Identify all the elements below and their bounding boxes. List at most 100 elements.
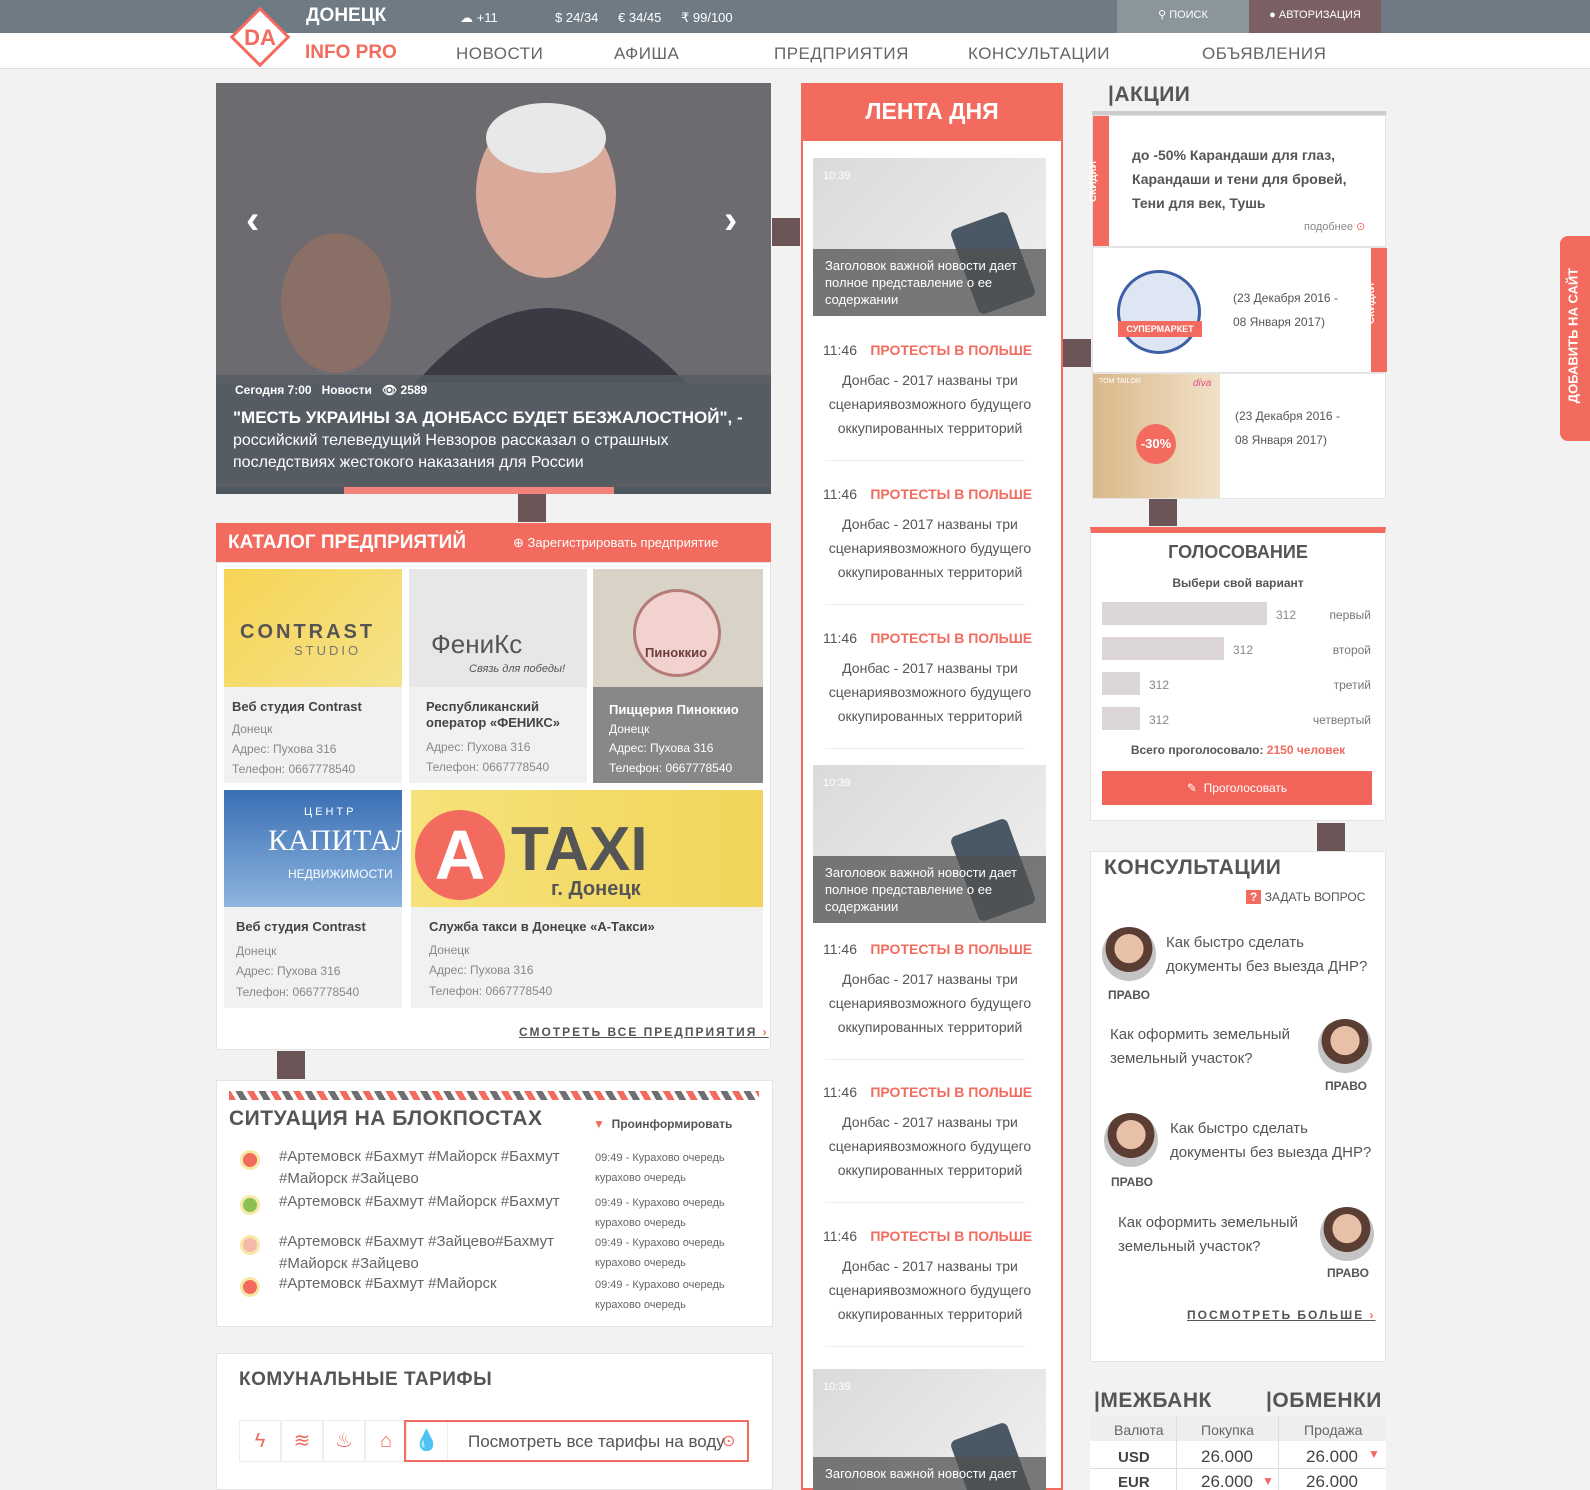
consult-question[interactable]: Как оформить земельный земельный участок… bbox=[1110, 1023, 1320, 1071]
consultant-avatar[interactable] bbox=[1320, 1207, 1374, 1261]
feed-tag[interactable]: ПРОТЕСТЫ В ПОЛЬШЕ bbox=[870, 1228, 1032, 1244]
vote-bar[interactable] bbox=[1102, 672, 1140, 695]
promo-card[interactable]: TOM TAILOR diva -30% (23 Декабря 2016 - … bbox=[1092, 373, 1386, 499]
company-name[interactable]: Служба такси в Донецке «А-Такси» bbox=[429, 919, 655, 934]
electricity-icon[interactable]: ϟ bbox=[239, 1420, 281, 1462]
checkpoint-tags[interactable]: #Артемовск #Бахмут #Зайцево#Бахмут #Майо… bbox=[279, 1231, 579, 1275]
search-button[interactable]: ⚲ ПОИСК bbox=[1117, 0, 1249, 33]
company-name[interactable]: Республиканский оператор «ФЕНИКС» bbox=[426, 699, 576, 731]
company-name[interactable]: Веб студия Contrast bbox=[232, 699, 362, 714]
catalog-title: КАТАЛОГ ПРЕДПРИЯТИЙ bbox=[228, 532, 466, 553]
logo-subtext: НЕДВИЖИМОСТИ bbox=[288, 867, 393, 881]
consult-question[interactable]: Как оформить земельный земельный участок… bbox=[1118, 1211, 1328, 1259]
nav-news[interactable]: НОВОСТИ bbox=[456, 44, 543, 64]
promo-tag: СКИДКИ bbox=[1088, 116, 1109, 246]
inform-link[interactable]: ▼ Проинформировать bbox=[593, 1117, 732, 1131]
triangle-down-icon: ▼ bbox=[1262, 1474, 1274, 1488]
consult-question[interactable]: Как быстро сделать документы без выезда … bbox=[1170, 1117, 1380, 1165]
vote-option-label[interactable]: четвертый bbox=[1271, 713, 1371, 727]
vote-button-label: Проголосовать bbox=[1203, 781, 1288, 795]
vote-bar[interactable] bbox=[1102, 602, 1267, 625]
vote-button[interactable]: ✎ Проголосовать bbox=[1102, 771, 1372, 805]
feed-image-time: 10:39 bbox=[823, 1381, 851, 1393]
hero-category[interactable]: Новости bbox=[322, 383, 372, 397]
feed-item[interactable]: 11:46 ПРОТЕСТЫ В ПОЛЬШЕ bbox=[823, 342, 1043, 360]
company-address: Адрес: Пухова 316 bbox=[429, 963, 534, 977]
triangle-down-icon: ▼ bbox=[593, 1117, 605, 1131]
hero-slider[interactable]: ‹ › Сегодня 7:00 Новости 👁 2589 "МЕСТЬ У… bbox=[216, 83, 771, 494]
checkpoints-title: СИТУАЦИЯ НА БЛОКПОСТАХ bbox=[229, 1107, 543, 1130]
feed-image-card[interactable]: 10:39 Заголовок важной новости дает полн… bbox=[813, 765, 1046, 923]
see-all-enterprises-link[interactable]: СМОТРЕТЬ ВСЕ ПРЕДПРИЯТИЯ › bbox=[519, 1025, 769, 1039]
company-name[interactable]: Пиццерия Пиноккио bbox=[609, 702, 739, 717]
company-address: Адрес: Пухова 316 bbox=[236, 964, 341, 978]
exchangers-title[interactable]: |ОБМЕНКИ bbox=[1266, 1389, 1382, 1413]
heating-icon[interactable]: ≋ bbox=[281, 1420, 323, 1462]
company-address: Адрес: Пухова 316 bbox=[609, 741, 714, 755]
consult-question[interactable]: Как быстро сделать документы без выезда … bbox=[1166, 931, 1376, 979]
slider-prev-icon[interactable]: ‹ bbox=[246, 198, 259, 243]
vote-bar[interactable] bbox=[1102, 707, 1140, 730]
nav-ads[interactable]: ОБЪЯВЛЕНИЯ bbox=[1202, 44, 1326, 64]
interbank-title[interactable]: |МЕЖБАНК bbox=[1094, 1389, 1212, 1413]
catalog-item[interactable]: A TAXI г. Донецк Служба такси в Донецке … bbox=[411, 790, 763, 1008]
user-icon: ● bbox=[1269, 9, 1276, 21]
vote-option-label[interactable]: третий bbox=[1271, 678, 1371, 692]
hero-caption[interactable]: Сегодня 7:00 Новости 👁 2589 "МЕСТЬ УКРАИ… bbox=[216, 375, 771, 484]
consultant-avatar[interactable] bbox=[1104, 1113, 1158, 1167]
connector bbox=[1149, 498, 1177, 526]
slider-next-icon[interactable]: › bbox=[724, 198, 737, 243]
checkpoint-tags[interactable]: #Артемовск #Бахмут #Майорск #Бахмут #Май… bbox=[279, 1146, 579, 1190]
catalog-item[interactable]: ЦЕНТР КАПИТАЛ НЕДВИЖИМОСТИ Веб студия Co… bbox=[224, 790, 412, 1008]
feed-item[interactable]: 11:46 ПРОТЕСТЫ В ПОЛЬШЕ bbox=[823, 1228, 1043, 1246]
feed-tag[interactable]: ПРОТЕСТЫ В ПОЛЬШЕ bbox=[870, 630, 1032, 646]
company-city: Донецк bbox=[609, 722, 650, 736]
nav-consult[interactable]: КОНСУЛЬТАЦИИ bbox=[968, 44, 1110, 64]
house-icon[interactable]: ⌂ bbox=[365, 1420, 407, 1462]
register-link[interactable]: ⊕ Зарегистрировать предприятие bbox=[513, 535, 718, 551]
brand-name: INFO PRO bbox=[305, 42, 397, 63]
catalog-item[interactable]: Пиноккио Пиццерия Пиноккио Донецк Адрес:… bbox=[593, 569, 763, 783]
nav-afisha[interactable]: АФИША bbox=[614, 44, 679, 64]
feed-time: 11:46 bbox=[823, 941, 857, 957]
kapital-logo: ЦЕНТР КАПИТАЛ НЕДВИЖИМОСТИ bbox=[224, 790, 412, 907]
catalog-item[interactable]: CONTRAST STUDIO Веб студия Contrast Доне… bbox=[224, 569, 402, 783]
feed-item[interactable]: 11:46 ПРОТЕСТЫ В ПОЛЬШЕ bbox=[823, 1084, 1043, 1102]
consult-tag: ПРАВО bbox=[1108, 988, 1150, 1002]
feed-item[interactable]: 11:46 ПРОТЕСТЫ В ПОЛЬШЕ bbox=[823, 486, 1043, 504]
promo-card[interactable]: СУПЕРМАРКЕТ (23 Декабря 2016 - 08 Января… bbox=[1092, 247, 1387, 373]
ataxi-logo: A TAXI г. Донецк bbox=[411, 790, 763, 907]
promo-more-link[interactable]: подобнее ⊙ bbox=[1304, 220, 1365, 233]
company-name[interactable]: Веб студия Contrast bbox=[236, 919, 366, 934]
feed-tag[interactable]: ПРОТЕСТЫ В ПОЛЬШЕ bbox=[870, 486, 1032, 502]
consult-more-link[interactable]: ПОСМОТРЕТЬ БОЛЬШЕ › bbox=[1187, 1308, 1376, 1322]
checkpoint-tags[interactable]: #Артемовск #Бахмут #Майорск #Бахмут bbox=[279, 1191, 579, 1213]
add-to-site-tab[interactable]: ДОБАВИТЬ НА САЙТ bbox=[1560, 236, 1590, 441]
auth-label: АВТОРИЗАЦИЯ bbox=[1278, 9, 1361, 21]
consultant-avatar[interactable] bbox=[1102, 927, 1156, 981]
logo-subtext: г. Донецк bbox=[551, 878, 641, 900]
consultant-avatar[interactable] bbox=[1318, 1019, 1372, 1073]
feed-item[interactable]: 11:46 ПРОТЕСТЫ В ПОЛЬШЕ bbox=[823, 941, 1043, 959]
feed-tag[interactable]: ПРОТЕСТЫ В ПОЛЬШЕ bbox=[870, 941, 1032, 957]
feed-tag[interactable]: ПРОТЕСТЫ В ПОЛЬШЕ bbox=[870, 342, 1032, 358]
vote-option-label[interactable]: второй bbox=[1271, 643, 1371, 657]
ask-question-link[interactable]: ? ЗАДАТЬ ВОПРОС bbox=[1246, 890, 1365, 904]
vote-option-label[interactable]: первый bbox=[1271, 608, 1371, 622]
checkpoint-tags[interactable]: #Артемовск #Бахмут #Майорск bbox=[279, 1273, 579, 1295]
site-logo[interactable]: DA bbox=[228, 5, 292, 69]
auth-button[interactable]: ● АВТОРИЗАЦИЯ bbox=[1249, 0, 1381, 33]
feed-image-card[interactable]: 10:39 Заголовок важной новости дает bbox=[813, 1369, 1046, 1490]
feed-tag[interactable]: ПРОТЕСТЫ В ПОЛЬШЕ bbox=[870, 1084, 1032, 1100]
water-tariffs-link[interactable]: 💧 Посмотреть все тарифы на воду ⊙ bbox=[404, 1420, 749, 1462]
promo-card[interactable]: СКИДКИ до -50% Карандаши для глаз, Каран… bbox=[1088, 115, 1386, 247]
vote-bar[interactable] bbox=[1102, 637, 1224, 660]
hero-headline[interactable]: "МЕСТЬ УКРАИНЫ ЗА ДОНБАСС БУДЕТ БЕЗЖАЛОС… bbox=[233, 408, 753, 428]
divider bbox=[825, 1346, 1025, 1347]
catalog-item[interactable]: ФениКс Связь для победы! Республиканский… bbox=[409, 569, 587, 783]
nav-enterprises[interactable]: ПРЕДПРИЯТИЯ bbox=[774, 44, 909, 64]
feed-item[interactable]: 11:46 ПРОТЕСТЫ В ПОЛЬШЕ bbox=[823, 630, 1043, 648]
gas-icon[interactable]: ♨ bbox=[323, 1420, 365, 1462]
feed-image-card[interactable]: 10:39 Заголовок важной новости дает полн… bbox=[813, 158, 1046, 316]
city-name[interactable]: ДОНЕЦК bbox=[306, 5, 386, 27]
